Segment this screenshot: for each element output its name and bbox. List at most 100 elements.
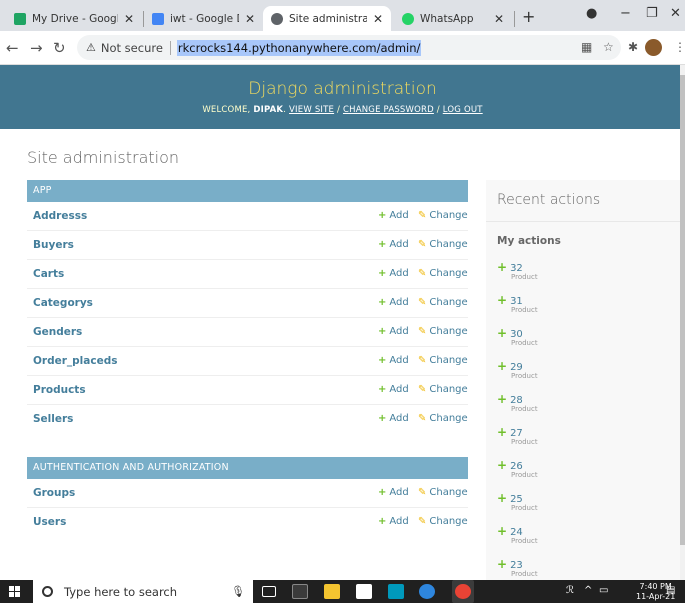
model-link[interactable]: Groups <box>33 487 75 499</box>
vscode-icon[interactable] <box>419 584 435 599</box>
change-link[interactable]: ✎ Change <box>418 268 468 279</box>
store-icon[interactable] <box>356 584 372 599</box>
windows-start-icon[interactable] <box>9 586 20 597</box>
file-explorer-icon[interactable] <box>324 584 340 599</box>
add-link[interactable]: + Add <box>378 239 409 250</box>
tab-whatsapp[interactable]: WhatsApp ✕ <box>394 6 512 31</box>
add-icon: + <box>378 413 387 424</box>
change-link[interactable]: ✎ Change <box>418 413 468 424</box>
model-row-sellers: Sellers + Add ✎ Change <box>27 405 468 434</box>
module-caption[interactable]: Authentication and Authorization <box>27 457 468 479</box>
address-bar[interactable]: ⚠ Not secure rkcrocks144.pythonanywhere.… <box>77 35 621 60</box>
microphone-icon[interactable]: 🎙 <box>231 585 245 598</box>
action-item: +31 Product <box>497 293 538 314</box>
minimize-button[interactable]: − <box>620 6 631 21</box>
model-link[interactable]: Categorys <box>33 297 93 309</box>
model-link[interactable]: Addresss <box>33 210 87 222</box>
tab-site-administration[interactable]: Site administration | Dj ✕ <box>263 6 391 31</box>
log-out-link[interactable]: Log out <box>443 105 483 115</box>
reload-icon[interactable]: ↻ <box>53 39 66 57</box>
forward-arrow-icon[interactable]: → <box>30 39 43 57</box>
globe-icon <box>271 12 283 25</box>
addition-icon: + <box>497 260 508 274</box>
chevron-up-icon[interactable]: ^ <box>584 585 592 596</box>
module-caption[interactable]: App <box>27 180 468 202</box>
model-link[interactable]: Buyers <box>33 239 74 251</box>
taskbar-search-box[interactable]: Type here to search 🎙 <box>33 580 253 603</box>
tab-google-docs[interactable]: iwt - Google Docs ✕ <box>144 6 263 31</box>
url-text[interactable]: rkcrocks144.pythonanywhere.com/admin/ <box>176 39 422 56</box>
tab-search-icon[interactable]: ● <box>586 6 597 21</box>
tab-google-drive[interactable]: My Drive - Google Driv ✕ <box>6 6 142 31</box>
action-type: Product <box>511 471 538 479</box>
add-icon: + <box>378 210 387 221</box>
browser-toolbar: ← → ↻ ⚠ Not secure rkcrocks144.pythonany… <box>0 31 685 65</box>
add-link[interactable]: + Add <box>378 487 409 498</box>
model-link[interactable]: Products <box>33 384 86 396</box>
notification-icon[interactable]: ▤ <box>666 585 675 596</box>
maximize-button[interactable]: ❐ <box>646 6 658 21</box>
change-password-link[interactable]: Change password <box>343 105 434 115</box>
pencil-icon: ✎ <box>418 210 427 221</box>
add-link[interactable]: + Add <box>378 413 409 424</box>
change-link[interactable]: ✎ Change <box>418 384 468 395</box>
add-link[interactable]: + Add <box>378 326 409 337</box>
site-brand[interactable]: Django administration <box>0 79 685 99</box>
add-link[interactable]: + Add <box>378 384 409 395</box>
view-site-link[interactable]: View site <box>289 105 334 115</box>
page-scrollbar[interactable] <box>680 65 685 580</box>
close-tab-icon[interactable]: ✕ <box>124 12 134 26</box>
google-docs-icon <box>152 12 164 25</box>
close-tab-icon[interactable]: ✕ <box>245 12 255 26</box>
qr-code-icon[interactable]: ▦ <box>581 40 592 54</box>
add-icon: + <box>378 384 387 395</box>
back-arrow-icon[interactable]: ← <box>6 39 19 57</box>
signal-icon[interactable] <box>388 584 404 599</box>
addition-icon: + <box>497 326 508 340</box>
user-tools: Welcome, Dipak. View site / Change passw… <box>202 105 483 115</box>
close-tab-icon[interactable]: ✕ <box>494 12 504 26</box>
model-link[interactable]: Genders <box>33 326 82 338</box>
change-link[interactable]: ✎ Change <box>418 487 468 498</box>
security-label[interactable]: Not secure <box>101 41 163 55</box>
pencil-icon: ✎ <box>418 516 427 527</box>
model-link[interactable]: Carts <box>33 268 64 280</box>
extensions-icon[interactable]: ✱ <box>628 40 638 54</box>
model-link[interactable]: Users <box>33 516 66 528</box>
windows-taskbar: Type here to search 🎙 ℛ ^ ▭ 7:40 PM 11-A… <box>0 580 685 603</box>
close-window-button[interactable]: ✕ <box>670 6 681 21</box>
change-link[interactable]: ✎ Change <box>418 355 468 366</box>
task-view-icon[interactable] <box>262 586 276 597</box>
add-link[interactable]: + Add <box>378 516 409 527</box>
people-icon[interactable]: ℛ <box>566 585 574 596</box>
action-type: Product <box>511 570 538 578</box>
change-link[interactable]: ✎ Change <box>418 516 468 527</box>
bookmark-star-icon[interactable]: ☆ <box>603 40 614 54</box>
new-tab-button[interactable]: + <box>522 7 535 26</box>
add-link[interactable]: + Add <box>378 355 409 366</box>
add-link[interactable]: + Add <box>378 297 409 308</box>
add-icon: + <box>378 516 387 527</box>
terminal-icon[interactable] <box>292 584 308 599</box>
action-type: Product <box>511 339 538 347</box>
model-link[interactable]: Order_placeds <box>33 355 117 367</box>
add-icon: + <box>378 297 387 308</box>
model-row-categorys: Categorys + Add ✎ Change <box>27 289 468 318</box>
profile-avatar[interactable] <box>645 39 662 56</box>
change-link[interactable]: ✎ Change <box>418 326 468 337</box>
menu-dots-icon[interactable]: ⋮ <box>674 40 685 54</box>
network-icon[interactable]: ▭ <box>599 585 608 596</box>
change-link[interactable]: ✎ Change <box>418 210 468 221</box>
add-link[interactable]: + Add <box>378 210 409 221</box>
pencil-icon: ✎ <box>418 487 427 498</box>
browser-tab-bar: My Drive - Google Driv ✕ iwt - Google Do… <box>0 0 685 31</box>
action-item: +25 Product <box>497 491 538 512</box>
search-placeholder: Type here to search <box>64 584 178 599</box>
scrollbar-thumb[interactable] <box>680 75 685 545</box>
add-link[interactable]: + Add <box>378 268 409 279</box>
close-tab-icon[interactable]: ✕ <box>373 12 383 26</box>
model-link[interactable]: Sellers <box>33 413 73 425</box>
warning-icon[interactable]: ⚠ <box>86 41 96 54</box>
change-link[interactable]: ✎ Change <box>418 239 468 250</box>
change-link[interactable]: ✎ Change <box>418 297 468 308</box>
